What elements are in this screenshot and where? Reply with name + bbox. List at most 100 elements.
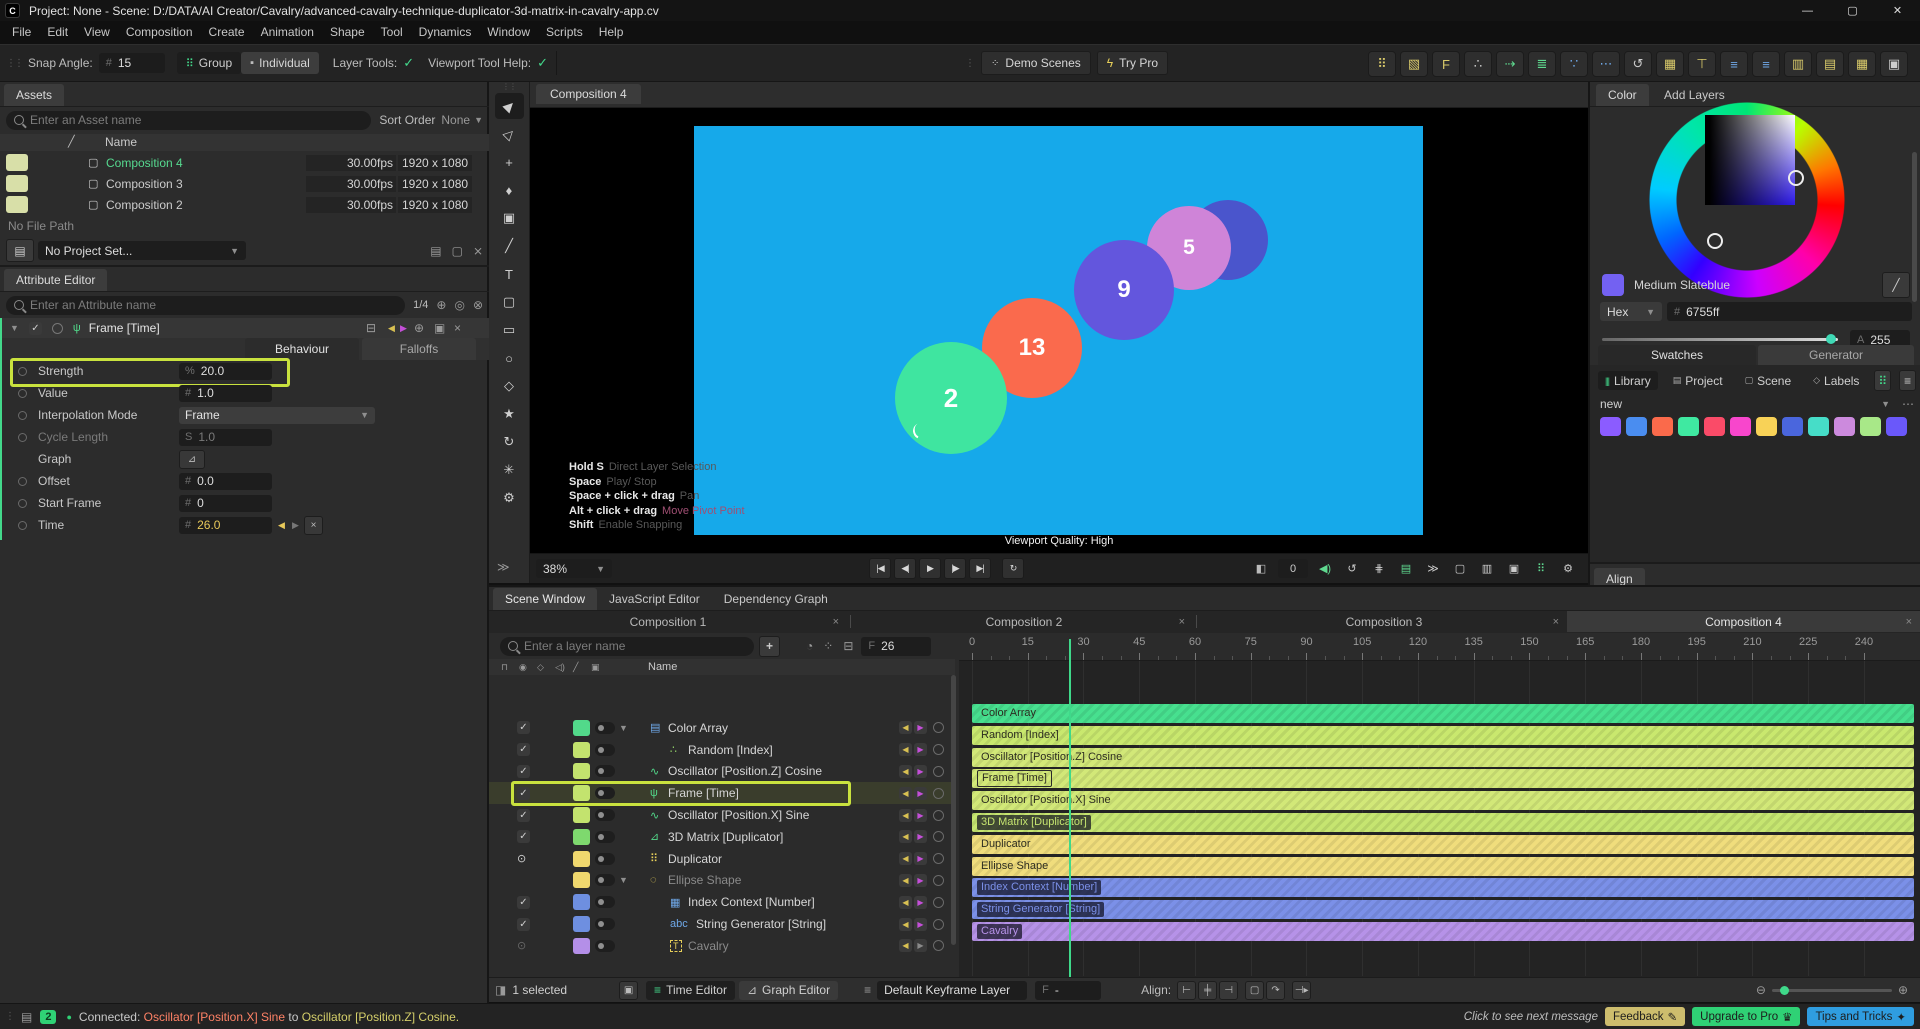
layer-color-chip[interactable] bbox=[573, 785, 590, 802]
next-message-label[interactable]: Click to see next message bbox=[1464, 1011, 1598, 1023]
track-bar-string-generator-string-[interactable]: String Generator [String] bbox=[972, 900, 1914, 920]
prev-keyframe-icon[interactable]: ◀ bbox=[278, 520, 285, 531]
color-swatch[interactable] bbox=[1600, 417, 1621, 436]
loop-ring-icon[interactable] bbox=[933, 874, 944, 886]
filter-icon[interactable]: ⊟ bbox=[843, 639, 853, 653]
direct-select-tool[interactable]: ▷ bbox=[495, 121, 524, 147]
attribute-dropdown[interactable]: Frame ▼ bbox=[179, 406, 375, 424]
loop-ring-icon[interactable] bbox=[933, 853, 944, 865]
clear-icon[interactable]: ⊗ bbox=[473, 298, 483, 312]
current-frame-field[interactable]: F 26 bbox=[861, 636, 932, 656]
asset-search-input[interactable]: Enter an Asset name bbox=[6, 110, 372, 130]
track-area[interactable]: 0 15 30 45 60 75 90 105 120 135 150 165 180 195 210 225… bbox=[959, 633, 1920, 977]
layer-camera-toggle[interactable] bbox=[595, 809, 615, 822]
layer-row-color-array[interactable]: ✓ ▼ ▤ Color Array ◀ ▶ bbox=[489, 717, 955, 739]
menu-file[interactable]: File bbox=[4, 21, 39, 44]
visibility-checkbox[interactable]: ✓ bbox=[517, 830, 530, 844]
track-bar-cavalry[interactable]: Cavalry bbox=[972, 922, 1914, 941]
console-icon[interactable]: ▤ bbox=[21, 1010, 32, 1024]
layer-camera-toggle[interactable] bbox=[595, 743, 615, 756]
keyframe-dot[interactable] bbox=[18, 432, 27, 442]
layer-camera-toggle[interactable] bbox=[595, 939, 615, 952]
prev-keyframe-pill[interactable]: ◀ bbox=[899, 743, 912, 757]
layer-row-duplicator[interactable]: ⊙ ⠿ Duplicator ◀ ▶ bbox=[489, 848, 955, 870]
more-options-button[interactable]: ⋯ bbox=[1902, 397, 1914, 411]
menu-shape[interactable]: Shape bbox=[322, 21, 373, 44]
hue-selector[interactable] bbox=[1707, 233, 1723, 249]
loop-ring-icon[interactable] bbox=[933, 744, 944, 756]
saturation-value-box[interactable] bbox=[1705, 115, 1795, 205]
layer-row-cavalry[interactable]: ⊙ T Cavalry ◀ ▶ bbox=[489, 935, 955, 957]
trash-icon[interactable]: ⨯ bbox=[473, 244, 483, 258]
key-frame-button[interactable]: ▢ bbox=[1245, 980, 1265, 1000]
color-swatch[interactable] bbox=[1652, 417, 1673, 436]
current-color-chip[interactable] bbox=[1602, 274, 1624, 296]
rig-icon[interactable]: ⊤ bbox=[1688, 51, 1716, 77]
menu-animation[interactable]: Animation bbox=[253, 21, 322, 44]
line-tool[interactable]: ╱ bbox=[495, 233, 524, 259]
refresh-icon[interactable]: ↺ bbox=[1342, 559, 1362, 578]
asset-row[interactable]: ▢ Composition 2 30.00fps 1920 x 1080 bbox=[0, 194, 489, 215]
color-swatch[interactable] bbox=[1704, 417, 1725, 436]
menu-tool[interactable]: Tool bbox=[373, 21, 411, 44]
layer-color-chip[interactable] bbox=[573, 872, 590, 889]
audio-icon[interactable]: ◀) bbox=[1315, 559, 1335, 578]
demo-scenes-button[interactable]: ⁘ Demo Scenes bbox=[981, 51, 1091, 75]
color-swatch[interactable] bbox=[1626, 417, 1647, 436]
prev-keyframe-pill[interactable]: ◀ bbox=[899, 895, 912, 909]
visibility-checkbox[interactable]: ✓ bbox=[517, 721, 530, 735]
list-view-button[interactable]: ≡ bbox=[1899, 370, 1916, 391]
pin-icon[interactable]: ⊕ bbox=[414, 321, 424, 335]
visibility-checkbox[interactable]: ✓ bbox=[517, 786, 530, 800]
add-layers-tab[interactable]: Add Layers bbox=[1652, 84, 1737, 106]
next-keyframe-pill[interactable]: ▶ bbox=[914, 917, 927, 931]
sliders-icon[interactable]: ⊟ bbox=[366, 321, 376, 335]
asset-row[interactable]: ▢ Composition 3 30.00fps 1920 x 1080 bbox=[0, 173, 489, 194]
loop-ring-icon[interactable] bbox=[933, 940, 944, 952]
attribute-field[interactable]: S 1.0 bbox=[179, 428, 272, 446]
try-pro-button[interactable]: ϟ Try Pro bbox=[1096, 51, 1169, 75]
key-snap-button[interactable]: ⊣▸ bbox=[1292, 980, 1312, 1000]
maximize-button[interactable]: ▢ bbox=[1830, 0, 1875, 21]
sv-selector[interactable] bbox=[1788, 170, 1804, 186]
checker-icon[interactable]: ⠿ bbox=[1531, 559, 1551, 578]
asset-row[interactable]: ▢ Composition 4 30.00fps 1920 x 1080 bbox=[0, 152, 489, 173]
arc-tool[interactable]: ↻ bbox=[495, 429, 524, 455]
keyframe-dot[interactable] bbox=[18, 410, 27, 420]
layer-camera-toggle[interactable] bbox=[595, 721, 615, 734]
motion-path-icon[interactable]: ⁘ bbox=[823, 639, 833, 653]
close-node-icon[interactable]: × bbox=[454, 321, 461, 335]
attribute-field[interactable]: #26.0 bbox=[179, 516, 272, 534]
message-count-badge[interactable]: 2 bbox=[40, 1009, 57, 1024]
zoom-in-icon[interactable]: ⊕ bbox=[1898, 983, 1908, 997]
go-start-button[interactable]: |◀ bbox=[869, 558, 891, 579]
remove-keyframe-button[interactable]: × bbox=[304, 515, 323, 535]
color-swatch[interactable] bbox=[1886, 417, 1907, 436]
keyframe-dot[interactable] bbox=[18, 498, 27, 508]
tab-javascript-editor[interactable]: JavaScript Editor bbox=[597, 588, 712, 610]
project-tab[interactable]: ▤ Project bbox=[1666, 371, 1730, 390]
comp-tab-3[interactable]: Composition 3 × bbox=[1201, 611, 1567, 632]
prev-keyframe-pill[interactable]: ◀ bbox=[899, 852, 912, 866]
rows-icon[interactable]: ▤ bbox=[1816, 51, 1844, 77]
onion-skin-icon[interactable]: ◔ bbox=[806, 639, 813, 653]
layer-camera-toggle[interactable] bbox=[595, 896, 615, 909]
next-keyframe-pill[interactable]: ▶ bbox=[914, 852, 927, 866]
menu-create[interactable]: Create bbox=[201, 21, 253, 44]
next-frame-button[interactable]: |▶ bbox=[944, 558, 966, 579]
prev-keyframe-pill[interactable]: ◀ bbox=[899, 939, 912, 953]
alpha-slider-handle[interactable] bbox=[1826, 334, 1836, 344]
snap-grid-icon[interactable]: ⋕ bbox=[1369, 559, 1389, 578]
track-bar-color-array[interactable]: Color Array bbox=[972, 704, 1914, 723]
align-bars-icon[interactable]: ≣ bbox=[1528, 51, 1556, 77]
menu-edit[interactable]: Edit bbox=[39, 21, 76, 44]
polygon-tool[interactable]: ◇ bbox=[495, 373, 524, 399]
project-set-icon[interactable]: ▤ bbox=[6, 239, 34, 262]
chevron-down-icon[interactable]: ▼ bbox=[10, 323, 19, 333]
eyedropper-button[interactable]: ╱ bbox=[1882, 272, 1910, 298]
comp-tab-1[interactable]: Composition 1 × bbox=[489, 611, 847, 632]
tips-and-tricks-button[interactable]: Tips and Tricks ✦ bbox=[1807, 1007, 1914, 1026]
prev-keyframe-pill[interactable]: ◀ bbox=[899, 721, 912, 735]
duplicated-circle[interactable]: 2 bbox=[895, 342, 1007, 454]
loop-ring-icon[interactable] bbox=[933, 765, 944, 777]
